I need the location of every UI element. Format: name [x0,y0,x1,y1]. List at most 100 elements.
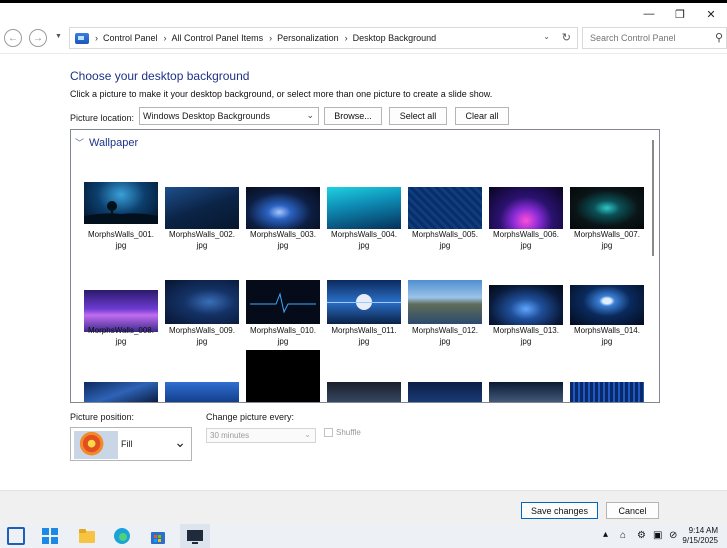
navigation-bar: ← → ▼ › Control Panel › All Control Pane… [0,25,727,53]
save-changes-button[interactable]: Save changes [521,502,598,519]
breadcrumb-control-panel[interactable]: Control Panel [103,33,158,43]
network-icon[interactable]: ⌂ [620,530,626,541]
widgets-icon[interactable] [7,527,25,545]
store-icon[interactable] [149,527,167,545]
change-interval-select[interactable]: 30 minutes ⌄ [206,428,316,443]
close-button[interactable]: ✕ [693,3,727,25]
wallpaper-thumbnail[interactable] [327,382,401,402]
thumbnail-label: MorphsWalls_001. jpg [88,230,154,250]
search-input[interactable] [583,28,703,48]
forward-arrow-icon[interactable]: → [29,29,47,47]
chevron-up-icon[interactable]: ▴ [603,529,608,540]
refresh-icon[interactable]: ↻ [562,31,571,44]
thumbnail-label: MorphsWalls_002. jpg [169,230,235,250]
wallpaper-thumbnail[interactable] [570,285,644,325]
picture-location-select[interactable]: Windows Desktop Backgrounds ⌄ [139,107,319,125]
search-icon[interactable]: ⚲ [715,31,723,44]
wallpaper-thumbnail[interactable] [570,382,644,402]
select-all-button[interactable]: Select all [389,107,447,125]
picture-position-value: Fill [121,439,133,449]
wallpaper-thumbnail[interactable] [165,280,239,324]
thumbnail-label: MorphsWalls_011. jpg [331,326,397,346]
chevron-down-icon: ⌄ [174,434,186,450]
breadcrumb-separator[interactable]: › [164,33,167,43]
page-instruction: Click a picture to make it your desktop … [70,89,493,99]
picture-position-select[interactable]: Fill ⌄ [70,427,192,461]
breadcrumb-desktop-background[interactable]: Desktop Background [353,33,437,43]
system-clock[interactable]: 9:14 AM 9/15/2025 [682,526,718,546]
recent-locations-chevron-down-icon[interactable]: ▼ [55,33,62,40]
wallpaper-thumbnail[interactable] [408,280,482,324]
wallpaper-thumbnail[interactable] [246,350,320,402]
thumbnail-label: MorphsWalls_005. jpg [412,230,478,250]
edge-browser-icon[interactable] [113,527,131,545]
shuffle-checkbox[interactable]: Shuffle [324,428,361,437]
thumbnail-label: MorphsWalls_008. jpg [88,326,154,346]
thumbnail-label: MorphsWalls_012. jpg [412,326,478,346]
start-icon[interactable] [41,527,59,545]
breadcrumb-separator[interactable]: › [269,33,272,43]
wallpaper-gallery[interactable]: ﹀ Wallpaper MorphsWalls_001. jpg MorphsWa… [70,129,660,403]
picture-location-value: Windows Desktop Backgrounds [143,111,271,121]
wallpaper-thumbnail[interactable] [165,382,239,402]
thumbnail-label: MorphsWalls_013. jpg [493,326,559,346]
shuffle-label: Shuffle [336,428,361,437]
checkbox-box[interactable] [324,428,333,437]
wallpaper-thumbnail[interactable] [570,187,644,229]
chevron-down-icon: ⌄ [304,430,311,439]
thumbnail-label: MorphsWalls_009. jpg [169,326,235,346]
wallpaper-thumbnail[interactable] [165,187,239,229]
position-preview-icon [74,431,118,459]
breadcrumb-all-items[interactable]: All Control Panel Items [172,33,264,43]
display-icon[interactable]: ▣ [653,530,662,541]
taskbar: ▴ ⌂ ⚙ ▣ ⊘ 9:14 AM 9/15/2025 [0,524,727,548]
address-history-chevron-down-icon[interactable]: ⌄ [543,32,550,41]
wallpaper-thumbnail[interactable] [84,382,158,402]
control-panel-icon [75,32,89,44]
thumbnail-label: MorphsWalls_006. jpg [493,230,559,250]
wallpaper-thumbnail[interactable] [489,382,563,402]
thumbnail-label: MorphsWalls_014. jpg [574,326,640,346]
wallpaper-thumbnail[interactable] [246,187,320,229]
group-header-wallpaper[interactable]: ﹀ Wallpaper [75,136,138,149]
page-title: Choose your desktop background [70,69,250,83]
wallpaper-thumbnail[interactable] [327,280,401,324]
volume-off-icon[interactable]: ⊘ [669,530,677,541]
breadcrumb-separator: › [95,33,98,43]
breadcrumb-separator[interactable]: › [345,33,348,43]
settings-icon[interactable]: ⚙ [637,530,646,541]
wallpaper-thumbnail[interactable] [327,187,401,229]
footer-bar: Save changes Cancel [0,490,727,524]
chevron-down-icon: ﹀ [75,138,85,148]
picture-location-label: Picture location: [70,113,135,123]
clock-date: 9/15/2025 [682,536,718,545]
control-panel-taskbar-icon[interactable] [180,524,210,548]
search-box[interactable]: ⚲ [582,27,727,49]
file-explorer-icon[interactable] [78,527,96,545]
breadcrumb-personalization[interactable]: Personalization [277,33,339,43]
browse-button[interactable]: Browse... [324,107,382,125]
wallpaper-thumbnail[interactable] [408,187,482,229]
tree-silhouette-icon [84,201,158,224]
wallpaper-thumbnail[interactable] [84,182,158,224]
change-picture-label: Change picture every: [206,412,295,422]
wallpaper-thumbnail[interactable] [489,187,563,229]
title-bar: — ❐ ✕ [0,3,727,25]
clock-time: 9:14 AM [688,526,718,535]
picture-position-label: Picture position: [70,412,135,422]
thumbnail-label: MorphsWalls_010. jpg [250,326,316,346]
change-interval-value: 30 minutes [210,431,250,440]
pulse-line-icon [250,292,316,314]
cancel-button[interactable]: Cancel [606,502,659,519]
wallpaper-thumbnail[interactable] [489,285,563,325]
wallpaper-thumbnail[interactable] [246,280,320,324]
wallpaper-thumbnail[interactable] [408,382,482,402]
thumbnail-label: MorphsWalls_004. jpg [331,230,397,250]
back-arrow-icon[interactable]: ← [4,29,22,47]
address-bar[interactable]: › Control Panel › All Control Panel Item… [69,27,578,49]
desktop-background-window: — ❐ ✕ ← → ▼ › Control Panel › All Contro… [0,3,727,524]
clear-all-button[interactable]: Clear all [455,107,509,125]
thumbnail-label: MorphsWalls_007. jpg [574,230,640,250]
group-header-label: Wallpaper [89,136,139,149]
scrollbar[interactable] [652,140,654,256]
